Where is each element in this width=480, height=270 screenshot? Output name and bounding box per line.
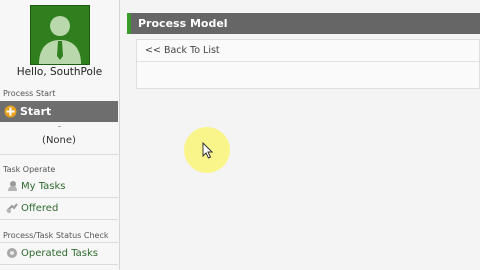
- start-button-label: Start: [20, 105, 52, 118]
- divider: [0, 219, 118, 220]
- offered-icon: [6, 202, 18, 214]
- page-title: Process Model: [138, 17, 228, 30]
- content-panel: << Back To List: [136, 39, 480, 89]
- divider: [0, 242, 118, 243]
- operated-tasks-icon: [6, 247, 18, 259]
- sidebar: Hello, SouthPole Process Start Start (No…: [0, 0, 120, 270]
- divider: [0, 197, 118, 198]
- my-tasks-label: My Tasks: [21, 180, 66, 192]
- my-tasks-icon: [6, 180, 18, 192]
- divider: [0, 264, 118, 265]
- divider: [137, 61, 479, 62]
- operated-tasks-label: Operated Tasks: [21, 247, 99, 259]
- divider: [0, 154, 118, 155]
- avatar[interactable]: [30, 5, 90, 65]
- process-list-item-none[interactable]: (None): [0, 135, 118, 146]
- offered-label: Offered: [21, 202, 59, 214]
- process-start-label: Process Start: [3, 89, 56, 98]
- sidebar-item-operated-tasks[interactable]: Operated Tasks: [0, 244, 118, 262]
- separator-dot: [58, 126, 61, 127]
- start-button[interactable]: Start: [0, 101, 118, 122]
- sidebar-item-my-tasks[interactable]: My Tasks: [0, 177, 118, 195]
- start-plus-icon: [4, 105, 17, 118]
- user-greeting: Hello, SouthPole: [16, 66, 103, 78]
- mouse-cursor-icon: [202, 141, 214, 159]
- task-operate-label: Task Operate: [3, 165, 56, 174]
- page-title-bar: Process Model: [127, 13, 480, 34]
- back-to-list-link[interactable]: << Back To List: [145, 45, 220, 56]
- status-check-label: Process/Task Status Check: [3, 231, 109, 240]
- user-avatar-icon: [31, 6, 89, 64]
- sidebar-item-offered[interactable]: Offered: [0, 199, 118, 217]
